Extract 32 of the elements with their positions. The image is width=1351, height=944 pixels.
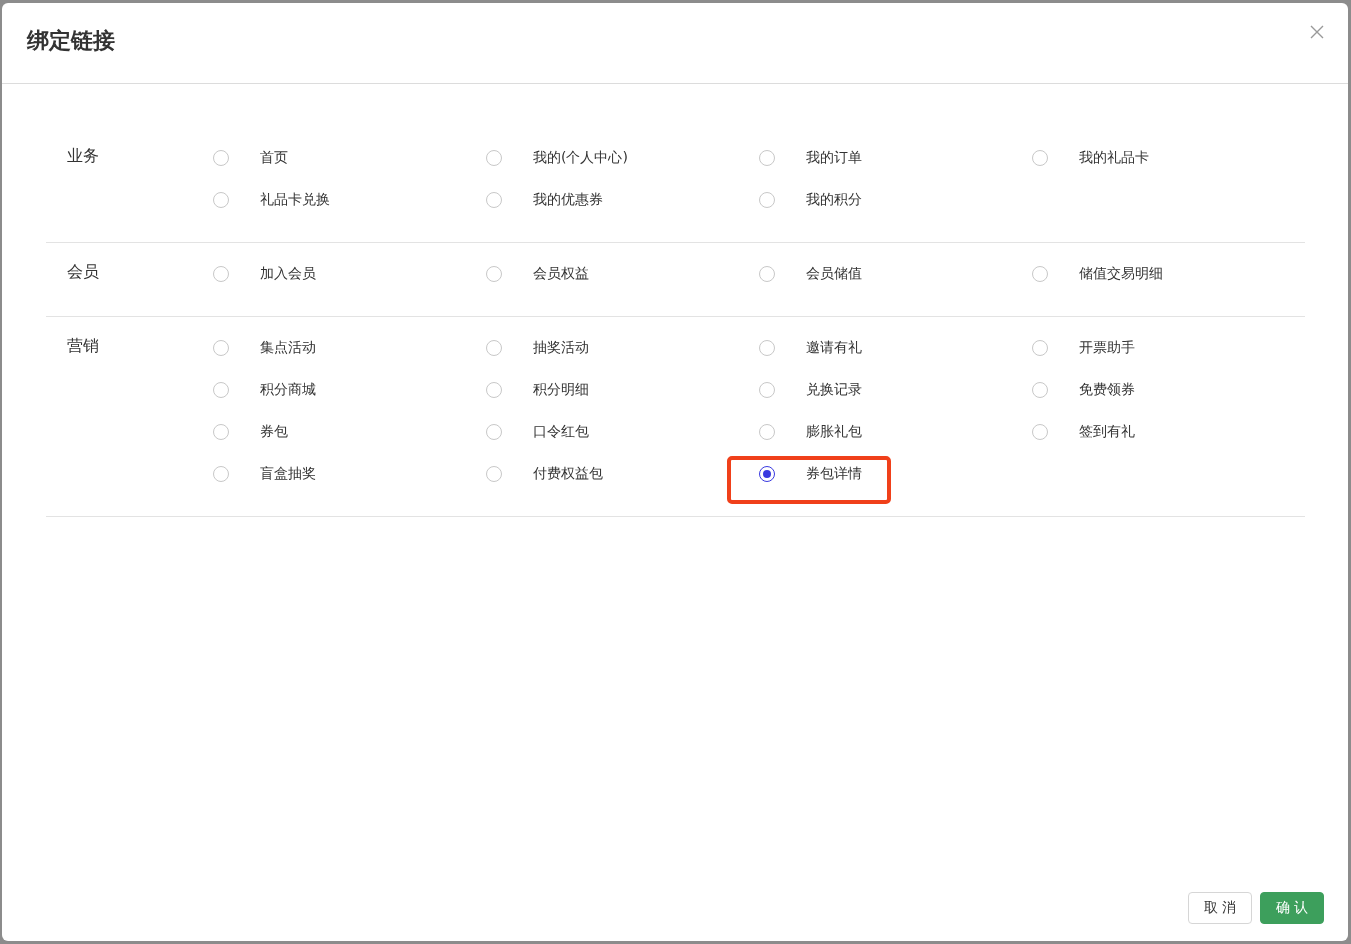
radio-option[interactable]: 我的(个人中心) xyxy=(486,149,628,167)
radio-option[interactable]: 储值交易明细 xyxy=(1032,265,1163,283)
radio-option[interactable]: 我的积分 xyxy=(759,191,862,209)
radio-option[interactable]: 签到有礼 xyxy=(1032,423,1135,441)
radio-option[interactable]: 券包 xyxy=(213,423,288,441)
dialog-title: 绑定链接 xyxy=(27,27,115,55)
radio-option[interactable]: 会员储值 xyxy=(759,265,862,283)
radio-option[interactable]: 券包详情 xyxy=(759,465,862,483)
radio-option[interactable]: 盲盒抽奖 xyxy=(213,465,316,483)
radio-option[interactable]: 膨胀礼包 xyxy=(759,423,862,441)
radio-option[interactable]: 兑换记录 xyxy=(759,381,862,399)
radio-option[interactable]: 邀请有礼 xyxy=(759,339,862,357)
cancel-button[interactable]: 取 消 xyxy=(1188,892,1252,924)
section-label: 营销 xyxy=(66,336,100,357)
radio-option[interactable]: 口令红包 xyxy=(486,423,589,441)
section-label: 会员 xyxy=(66,262,100,283)
radio-option[interactable]: 我的优惠券 xyxy=(486,191,603,209)
radio-option[interactable]: 礼品卡兑换 xyxy=(213,191,330,209)
radio-option[interactable]: 首页 xyxy=(213,149,288,167)
radio-option[interactable]: 积分商城 xyxy=(213,381,316,399)
radio-option[interactable]: 我的订单 xyxy=(759,149,862,167)
radio-option[interactable]: 加入会员 xyxy=(213,265,316,283)
radio-option[interactable]: 集点活动 xyxy=(213,339,316,357)
radio-option[interactable]: 免费领券 xyxy=(1032,381,1135,399)
radio-option[interactable]: 抽奖活动 xyxy=(486,339,589,357)
radio-option[interactable]: 付费权益包 xyxy=(486,465,603,483)
radio-option[interactable]: 积分明细 xyxy=(486,381,589,399)
close-icon[interactable] xyxy=(1308,23,1326,41)
section-label: 业务 xyxy=(66,146,100,167)
radio-option[interactable]: 开票助手 xyxy=(1032,339,1135,357)
radio-option[interactable]: 我的礼品卡 xyxy=(1032,149,1149,167)
radio-option[interactable]: 会员权益 xyxy=(486,265,589,283)
